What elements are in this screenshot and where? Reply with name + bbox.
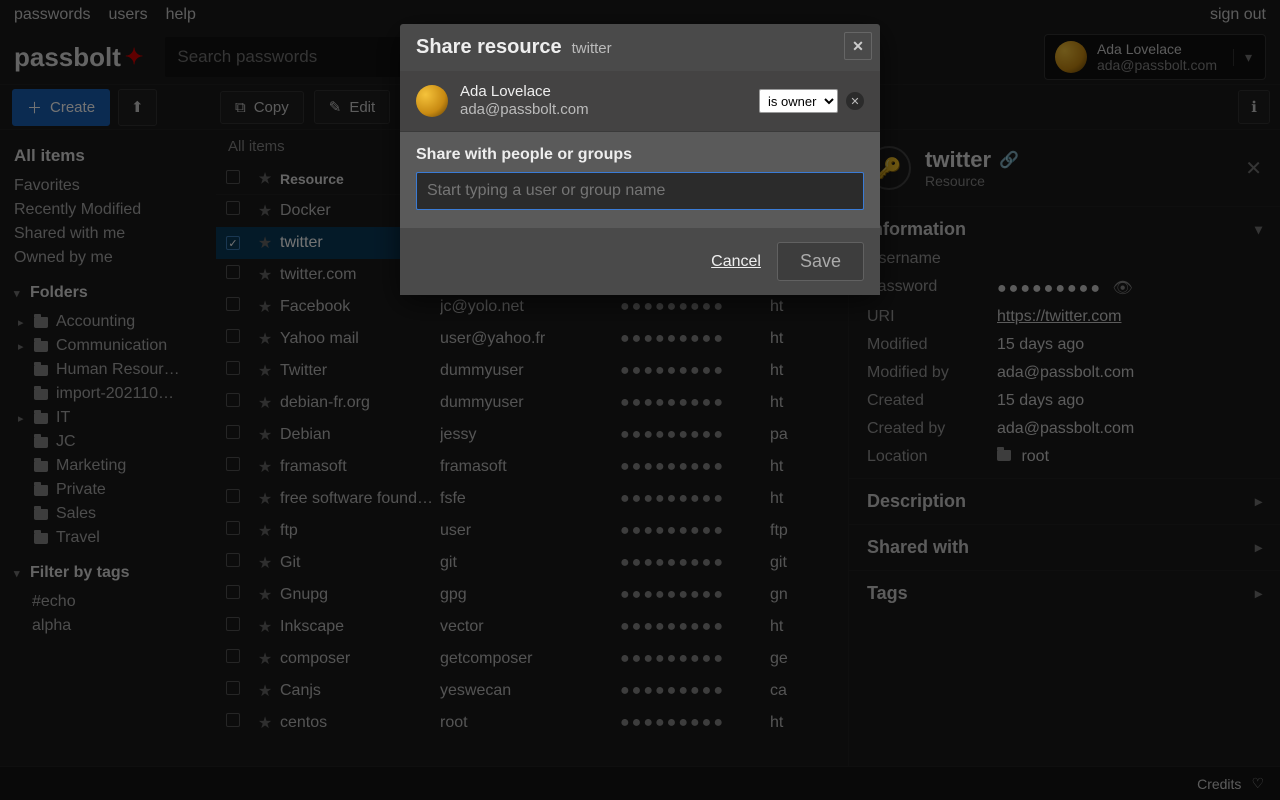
- share-input[interactable]: [416, 172, 864, 210]
- cancel-button[interactable]: Cancel: [711, 253, 761, 271]
- share-with-label: Share with people or groups: [416, 146, 864, 164]
- save-button[interactable]: Save: [777, 242, 864, 281]
- permission-select[interactable]: is owner: [759, 89, 838, 113]
- owner-email: ada@passbolt.com: [460, 101, 589, 119]
- modal-overlay[interactable]: Share resource twitter ✕ Ada Lovelace ad…: [0, 0, 1280, 800]
- share-modal: Share resource twitter ✕ Ada Lovelace ad…: [400, 24, 880, 295]
- remove-permission-icon[interactable]: ✕: [846, 92, 864, 110]
- avatar: [416, 85, 448, 117]
- owner-name: Ada Lovelace: [460, 83, 589, 101]
- modal-owner-row: Ada Lovelace ada@passbolt.com is owner ✕: [400, 71, 880, 132]
- modal-title: Share resource: [416, 36, 562, 59]
- modal-resource-name: twitter: [572, 40, 612, 57]
- close-icon[interactable]: ✕: [844, 32, 872, 60]
